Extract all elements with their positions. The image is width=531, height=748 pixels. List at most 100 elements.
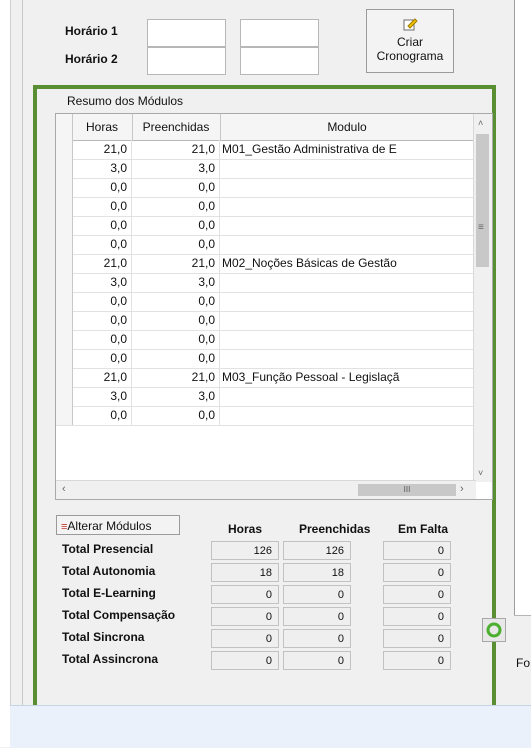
- header-preenchidas[interactable]: Preenchidas: [132, 114, 221, 140]
- cell-horas[interactable]: 3,0: [72, 273, 132, 292]
- table-row[interactable]: 0,0 0,0: [56, 216, 474, 236]
- total-value: 0: [383, 651, 451, 670]
- cell-horas[interactable]: 21,0: [72, 140, 132, 159]
- cell-preenchidas[interactable]: 21,0: [132, 368, 220, 387]
- table-row[interactable]: 0,0 0,0: [56, 292, 474, 312]
- row-selector[interactable]: [56, 292, 73, 311]
- row-selector[interactable]: [56, 330, 73, 349]
- cell-preenchidas[interactable]: 0,0: [132, 235, 220, 254]
- cell-horas[interactable]: 21,0: [72, 254, 132, 273]
- cell-preenchidas[interactable]: 3,0: [132, 273, 220, 292]
- row-selector[interactable]: [56, 235, 73, 254]
- refresh-button[interactable]: [482, 618, 506, 642]
- row-selector[interactable]: [56, 140, 73, 159]
- cell-horas[interactable]: 0,0: [72, 197, 132, 216]
- scroll-down-icon[interactable]: ˅: [478, 468, 483, 478]
- cell-preenchidas[interactable]: 0,0: [132, 292, 220, 311]
- circle-icon: [486, 622, 502, 638]
- cell-horas[interactable]: 0,0: [72, 235, 132, 254]
- cell-preenchidas[interactable]: 0,0: [132, 178, 220, 197]
- cell-preenchidas[interactable]: 0,0: [132, 330, 220, 349]
- cell-modulo[interactable]: [220, 311, 474, 330]
- cell-modulo[interactable]: M01_Gestão Administrativa de E: [220, 140, 474, 159]
- cell-modulo[interactable]: [220, 387, 474, 406]
- horario1-end-field[interactable]: [240, 19, 319, 47]
- horario2-end-field[interactable]: [240, 47, 319, 75]
- cell-modulo[interactable]: [220, 197, 474, 216]
- cell-horas[interactable]: 0,0: [72, 330, 132, 349]
- table-row[interactable]: 0,0 0,0: [56, 311, 474, 331]
- cell-preenchidas[interactable]: 0,0: [132, 311, 220, 330]
- grid-corner: [56, 114, 73, 140]
- cell-horas[interactable]: 0,0: [72, 406, 132, 425]
- horario2-start-field[interactable]: [147, 47, 226, 75]
- cell-horas[interactable]: 0,0: [72, 216, 132, 235]
- row-selector[interactable]: [56, 387, 73, 406]
- cell-horas[interactable]: 3,0: [72, 159, 132, 178]
- cell-preenchidas[interactable]: 0,0: [132, 197, 220, 216]
- scroll-right-icon[interactable]: ›: [460, 483, 464, 495]
- row-selector[interactable]: [56, 311, 73, 330]
- row-selector[interactable]: [56, 197, 73, 216]
- cell-modulo[interactable]: [220, 216, 474, 235]
- total-label: Total Compensação: [62, 608, 176, 622]
- alter-modules-button[interactable]: ≡Alterar Módulos: [56, 515, 180, 535]
- cell-modulo[interactable]: [220, 178, 474, 197]
- cell-preenchidas[interactable]: 21,0: [132, 140, 220, 159]
- cell-horas[interactable]: 0,0: [72, 349, 132, 368]
- cell-modulo[interactable]: [220, 330, 474, 349]
- table-row[interactable]: 0,0 0,0: [56, 178, 474, 198]
- table-row[interactable]: 21,0 21,0 M01_Gestão Administrativa de E: [56, 140, 474, 160]
- table-row[interactable]: 3,0 3,0: [56, 273, 474, 293]
- cell-preenchidas[interactable]: 0,0: [132, 406, 220, 425]
- horizontal-scrollbar[interactable]: ‹ III ›: [56, 480, 476, 499]
- cell-modulo[interactable]: [220, 235, 474, 254]
- row-selector[interactable]: [56, 368, 73, 387]
- cell-horas[interactable]: 3,0: [72, 387, 132, 406]
- scroll-up-icon[interactable]: ˄: [478, 118, 483, 128]
- cell-modulo[interactable]: [220, 349, 474, 368]
- cell-modulo[interactable]: [220, 159, 474, 178]
- cell-modulo[interactable]: [220, 273, 474, 292]
- table-row[interactable]: 0,0 0,0: [56, 406, 474, 426]
- cell-modulo[interactable]: M03_Função Pessoal - Legislaçã: [220, 368, 474, 387]
- cell-preenchidas[interactable]: 0,0: [132, 349, 220, 368]
- row-selector[interactable]: [56, 159, 73, 178]
- table-row[interactable]: 21,0 21,0 M03_Função Pessoal - Legislaçã: [56, 368, 474, 388]
- modules-grid[interactable]: Horas Preenchidas Modulo 21,0 21,0 M01_Ges…: [55, 113, 493, 500]
- horario1-start-field[interactable]: [147, 19, 226, 47]
- row-selector[interactable]: [56, 349, 73, 368]
- cell-preenchidas[interactable]: 0,0: [132, 216, 220, 235]
- table-row[interactable]: 3,0 3,0: [56, 387, 474, 407]
- cell-preenchidas[interactable]: 3,0: [132, 387, 220, 406]
- table-row[interactable]: 0,0 0,0: [56, 349, 474, 369]
- total-value: 0: [383, 607, 451, 626]
- header-modulo[interactable]: Modulo: [220, 114, 474, 140]
- total-value: 0: [211, 585, 279, 604]
- table-row[interactable]: 0,0 0,0: [56, 197, 474, 217]
- cell-preenchidas[interactable]: 3,0: [132, 159, 220, 178]
- cell-horas[interactable]: 21,0: [72, 368, 132, 387]
- table-row[interactable]: 0,0 0,0: [56, 330, 474, 350]
- row-selector[interactable]: [56, 178, 73, 197]
- vertical-scrollbar[interactable]: ˄ ≡ ˅: [473, 114, 492, 482]
- cell-horas[interactable]: 0,0: [72, 178, 132, 197]
- scroll-left-icon[interactable]: ‹: [62, 483, 66, 495]
- cell-preenchidas[interactable]: 21,0: [132, 254, 220, 273]
- row-selector[interactable]: [56, 216, 73, 235]
- row-selector[interactable]: [56, 406, 73, 425]
- cell-horas[interactable]: 0,0: [72, 311, 132, 330]
- cell-modulo[interactable]: [220, 406, 474, 425]
- cell-horas[interactable]: 0,0: [72, 292, 132, 311]
- row-selector[interactable]: [56, 254, 73, 273]
- create-schedule-button[interactable]: Criar Cronograma: [366, 9, 454, 73]
- hscroll-thumb[interactable]: III: [358, 484, 456, 496]
- header-horas[interactable]: Horas: [72, 114, 133, 140]
- table-row[interactable]: 3,0 3,0: [56, 159, 474, 179]
- cell-modulo[interactable]: [220, 292, 474, 311]
- row-selector[interactable]: [56, 273, 73, 292]
- table-row[interactable]: 21,0 21,0 M02_Noções Básicas de Gestão: [56, 254, 474, 274]
- scroll-thumb[interactable]: [476, 134, 489, 267]
- cell-modulo[interactable]: M02_Noções Básicas de Gestão: [220, 254, 474, 273]
- table-row[interactable]: 0,0 0,0: [56, 235, 474, 255]
